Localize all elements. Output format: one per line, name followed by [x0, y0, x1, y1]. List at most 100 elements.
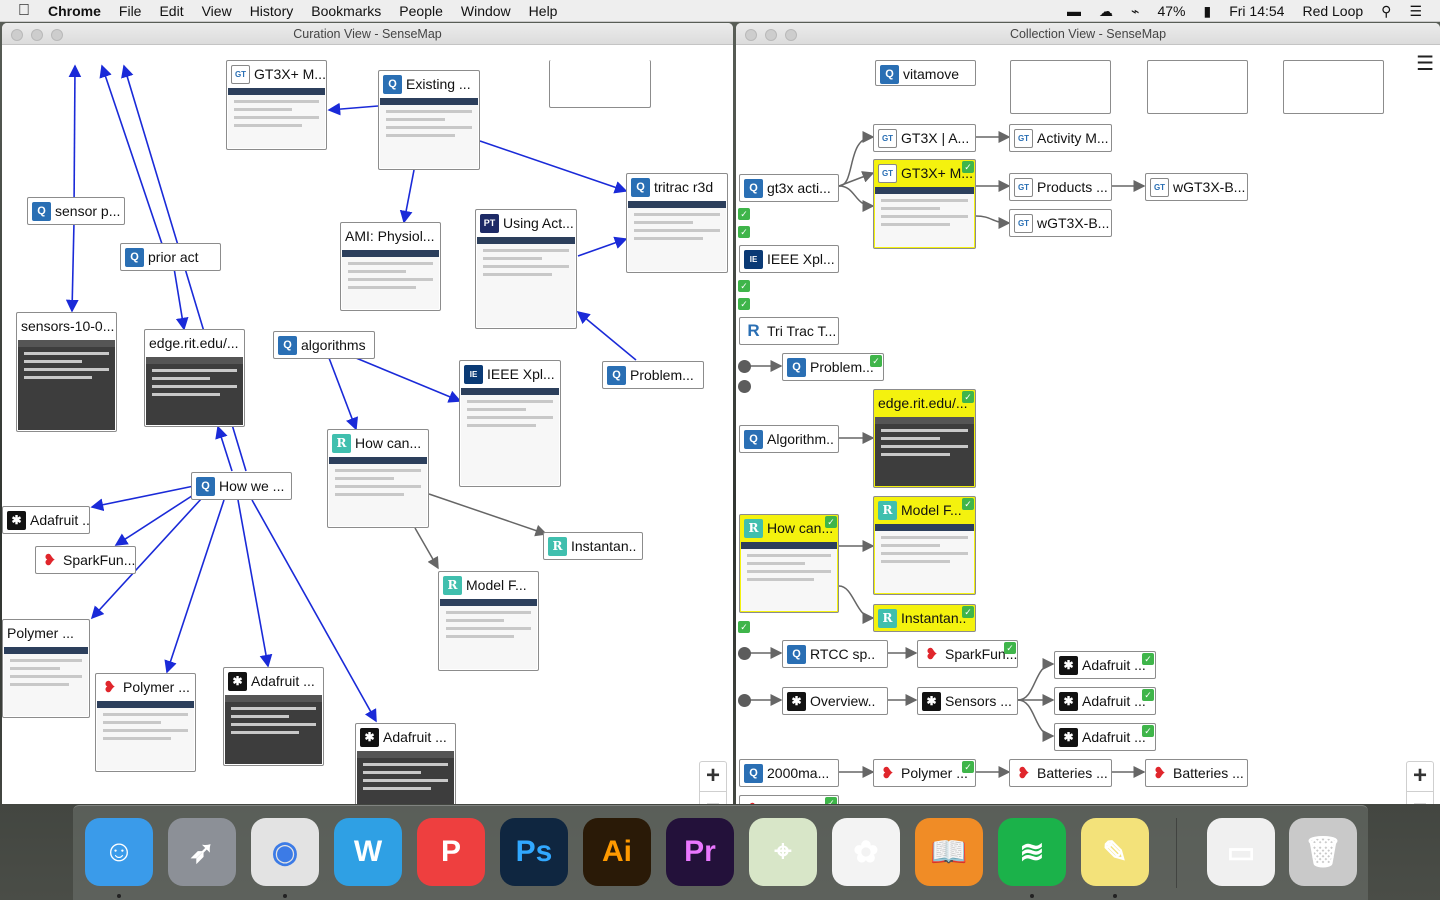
node-card[interactable]: ✱ Adafruit ... ✓: [1054, 651, 1156, 679]
node-card[interactable]: ❥ Polymer ...: [95, 673, 196, 772]
node-card[interactable]: GT wGT3X-B...: [1145, 173, 1248, 201]
node-card[interactable]: ✱ Sensors ...: [917, 687, 1018, 715]
node-card[interactable]: AMI: Physiol...: [340, 222, 441, 311]
curation-canvas[interactable]: GT GT3X+ M... Q Existing ... Qsensor p... Qpr…: [2, 46, 733, 804]
node-card[interactable]: R Instantan.. ✓: [873, 604, 976, 632]
collection-canvas[interactable]: Qvitamove Qgt3x acti... GT GT3X | A... GT GT3…: [736, 46, 1440, 804]
maps-app-icon[interactable]: ⌖: [749, 818, 817, 886]
checked-badge[interactable]: ✓: [962, 606, 974, 618]
node-card[interactable]: ❥ Polymer ...✓: [873, 759, 976, 787]
minimize-button[interactable]: [765, 29, 777, 41]
node-card[interactable]: Q Existing ...: [378, 70, 480, 170]
checked-badge[interactable]: ✓: [870, 355, 882, 367]
trash-app-icon[interactable]: 🗑: [1289, 818, 1357, 886]
creative-cloud-icon[interactable]: ☁: [1090, 0, 1122, 22]
checked-badge[interactable]: ✓: [825, 797, 837, 804]
collapse-dot[interactable]: [738, 380, 751, 393]
collapse-dot[interactable]: [738, 694, 751, 707]
node-card[interactable]: ✱ Adafruit ...: [223, 667, 324, 766]
checked-badge[interactable]: ✓: [825, 516, 837, 528]
zoom-button[interactable]: [785, 29, 797, 41]
checked-badge[interactable]: ✓: [738, 280, 750, 292]
node-card[interactable]: Q 2000ma...: [739, 759, 839, 787]
zoom-in-button[interactable]: +: [700, 762, 726, 791]
node-card[interactable]: ❥ Batteries ...: [1145, 759, 1248, 787]
node-card[interactable]: R Instantan..: [543, 532, 643, 560]
photos-app-icon[interactable]: ✿: [832, 818, 900, 886]
node-card[interactable]: GT Products ...: [1009, 173, 1112, 201]
menu-window[interactable]: Window: [452, 0, 520, 22]
minimize-button[interactable]: [31, 29, 43, 41]
node-card[interactable]: Qprior act: [120, 243, 221, 271]
checked-badge[interactable]: ✓: [1142, 725, 1154, 737]
checked-badge[interactable]: ✓: [962, 391, 974, 403]
checked-badge[interactable]: ✓: [738, 298, 750, 310]
zoom-out-button[interactable]: −: [700, 791, 726, 804]
node-card[interactable]: IE IEEE Xpl...: [459, 360, 561, 487]
clock[interactable]: Fri 14:54: [1220, 0, 1293, 22]
zoom-button[interactable]: [51, 29, 63, 41]
menu-bookmarks[interactable]: Bookmarks: [302, 0, 390, 22]
node-card[interactable]: ✱ Adafruit ... ✓: [1054, 723, 1156, 751]
user-name[interactable]: Red Loop: [1293, 0, 1372, 22]
node-card[interactable]: ❥ Polymer ...✓: [739, 795, 839, 804]
node-card[interactable]: R How can...: [327, 429, 429, 528]
notification-center-icon[interactable]: ☰: [1400, 0, 1440, 22]
node-card[interactable]: Qalgorithms: [273, 331, 375, 359]
node-card[interactable]: edge.rit.edu/...: [144, 329, 245, 427]
node-card[interactable]: Q Algorithm..: [739, 425, 839, 453]
partial-thumbnail-card[interactable]: [1283, 60, 1384, 114]
close-button[interactable]: [11, 29, 23, 41]
node-card[interactable]: Qvitamove: [875, 60, 976, 86]
zoom-out-button[interactable]: −: [1407, 791, 1433, 804]
node-card[interactable]: ❥ SparkFun... ✓: [917, 640, 1018, 668]
notes-app-icon[interactable]: ✎: [1081, 818, 1149, 886]
illustrator-app-icon[interactable]: Ai: [583, 818, 651, 886]
wifi-icon[interactable]: ⌁: [1122, 0, 1148, 22]
spotify-app-icon[interactable]: ≋: [998, 818, 1066, 886]
title-bar[interactable]: Curation View - SenseMap: [2, 23, 733, 45]
checked-badge[interactable]: ✓: [1142, 689, 1154, 701]
node-card[interactable]: ✱ Adafruit ...: [355, 723, 456, 804]
checked-badge[interactable]: ✓: [962, 498, 974, 510]
node-card[interactable]: ✱ Adafruit ...: [2, 506, 90, 534]
partial-thumbnail-card[interactable]: [1010, 60, 1111, 114]
node-card[interactable]: Qtritrac r3d: [626, 173, 728, 273]
battery-percent[interactable]: 47%: [1148, 0, 1194, 22]
premiere-app-icon[interactable]: Pr: [666, 818, 734, 886]
node-card[interactable]: Q Problem... ✓: [782, 353, 884, 381]
node-card[interactable]: R How can... ✓: [739, 514, 839, 613]
photoshop-app-icon[interactable]: Ps: [500, 818, 568, 886]
partial-thumbnail-card[interactable]: [549, 60, 651, 108]
battery-icon[interactable]: ▮: [1194, 0, 1220, 22]
chrome-app-icon[interactable]: ◉: [251, 818, 319, 886]
collapse-dot[interactable]: [738, 360, 751, 373]
menu-history[interactable]: History: [241, 0, 303, 22]
title-bar[interactable]: Collection View - SenseMap: [736, 23, 1440, 45]
menu-view[interactable]: View: [193, 0, 241, 22]
display-icon[interactable]: ▬: [1058, 0, 1090, 22]
node-card[interactable]: GT Activity M...: [1009, 124, 1112, 152]
menu-edit[interactable]: Edit: [150, 0, 192, 22]
menu-app-name[interactable]: Chrome: [39, 0, 110, 22]
collapse-dot[interactable]: [738, 647, 751, 660]
node-card[interactable]: PT Using Act...: [475, 209, 577, 329]
node-card[interactable]: GT GT3X | A...: [873, 124, 976, 152]
node-card[interactable]: ✱ Overview..: [782, 687, 888, 715]
node-card[interactable]: GT GT3X+ M...: [226, 60, 327, 150]
node-card[interactable]: R Tri Trac T...: [739, 317, 839, 345]
node-card[interactable]: Qgt3x acti...: [739, 174, 839, 202]
launchpad-app-icon[interactable]: ➶: [168, 818, 236, 886]
menu-file[interactable]: File: [110, 0, 151, 22]
node-card[interactable]: Qsensor p...: [27, 197, 125, 225]
finder-app-icon[interactable]: ☺: [85, 818, 153, 886]
word-app-icon[interactable]: W: [334, 818, 402, 886]
node-card[interactable]: ❥ SparkFun...: [35, 546, 136, 574]
checked-badge[interactable]: ✓: [738, 208, 750, 220]
menu-icon[interactable]: ☰: [1416, 51, 1434, 76]
document-app-icon[interactable]: ▭: [1207, 818, 1275, 886]
ibooks-app-icon[interactable]: 📖: [915, 818, 983, 886]
node-card[interactable]: GT GT3X+ M... ✓: [873, 159, 976, 249]
node-card[interactable]: Q Problem...: [602, 361, 704, 389]
pocket-app-icon[interactable]: P: [417, 818, 485, 886]
